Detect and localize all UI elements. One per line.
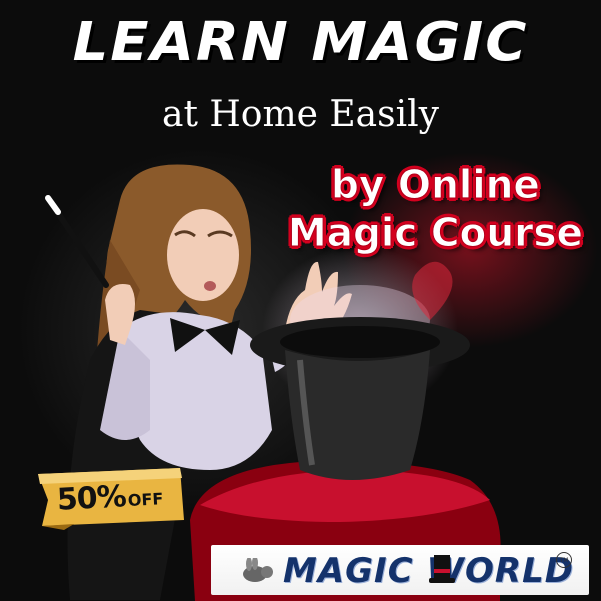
trademark-symbol: TM [556, 552, 572, 568]
discount-badge: 50% OFF [34, 464, 186, 530]
rabbit-icon [243, 558, 273, 582]
magic-course-ad: LEARN MAGIC at Home Easily by Online Mag… [0, 0, 601, 601]
subheadline: at Home Easily [162, 94, 439, 135]
discount-off-label: OFF [127, 488, 164, 510]
tagline-line-2: Magic Course [287, 211, 583, 257]
brand-bar: MAGIC WORLD [211, 545, 589, 595]
top-hat-icon [429, 555, 455, 583]
discount-percent: 50% [56, 478, 127, 518]
headline: LEARN MAGIC [72, 11, 529, 74]
tagline: by Online Magic Course [287, 162, 583, 258]
tagline-line-1: by Online [330, 163, 540, 209]
